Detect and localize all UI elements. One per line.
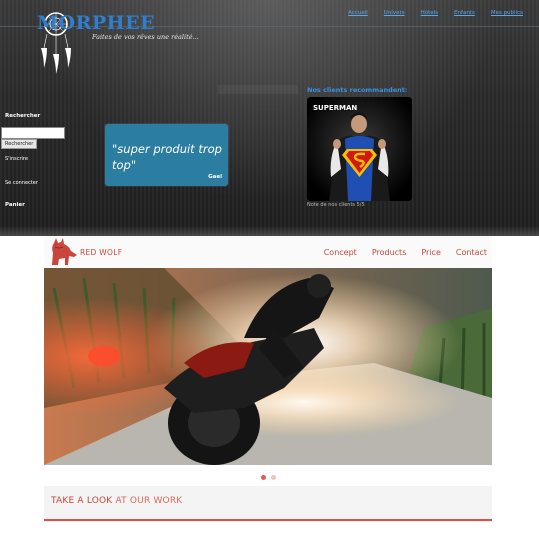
- faint-banner: [218, 85, 298, 94]
- redwolf-site: RED WOLF Concept Products Price Contact: [0, 236, 539, 546]
- testimonial-card: "super produit trop top" Gael: [105, 124, 228, 186]
- search-input[interactable]: [1, 127, 65, 139]
- nav-item-price[interactable]: Price: [421, 248, 441, 257]
- section-title: TAKE A LOOK AT OUR WORK: [51, 496, 182, 506]
- redwolf-nav: Concept Products Price Contact: [309, 248, 487, 257]
- morphee-site: MORPHEE Faites de vos rêves une réalité.…: [0, 0, 539, 236]
- nav-item-publics[interactable]: Mes publics: [483, 10, 531, 16]
- nav-item-univers[interactable]: Univers: [376, 10, 413, 16]
- recommend-caption: Note de nos clients 5/5: [307, 202, 365, 208]
- superman-figure: [307, 97, 412, 201]
- cart-link[interactable]: Panier: [5, 202, 25, 208]
- section-title-part2: AT OUR WORK: [115, 496, 183, 506]
- slider-dots: [44, 475, 492, 483]
- nav-item-products[interactable]: Products: [372, 248, 407, 257]
- recommend-title: Nos clients recommandent:: [307, 86, 408, 94]
- recommend-image[interactable]: SUPERMAN: [307, 97, 412, 201]
- bottom-glow: [0, 226, 539, 236]
- redwolf-header: RED WOLF Concept Products Price Contact: [44, 236, 492, 269]
- hero-motorcycle-image: [44, 268, 492, 465]
- nav-item-concept[interactable]: Concept: [324, 248, 357, 257]
- nav-item-accueil[interactable]: Accueil: [340, 10, 376, 16]
- section-title-part1: TAKE A LOOK: [51, 496, 113, 506]
- signup-link[interactable]: S'inscrire: [5, 156, 28, 162]
- site-logo[interactable]: MORPHEE: [37, 12, 155, 34]
- search-button[interactable]: Rechercher: [1, 139, 38, 149]
- testimonial-text: "super produit trop top": [112, 142, 222, 172]
- redwolf-frame: RED WOLF Concept Products Price Contact: [44, 236, 492, 526]
- top-nav: Accueil Univers Hôtels Enfants Mes publi…: [340, 10, 531, 16]
- slider-dot-1[interactable]: [260, 475, 266, 480]
- nav-item-hotels[interactable]: Hôtels: [413, 10, 446, 16]
- site-tagline: Faites de vos rêves une réalité...: [92, 33, 199, 41]
- wolf-logo-icon[interactable]: [47, 237, 79, 267]
- slider-dot-2[interactable]: [270, 475, 276, 480]
- nav-item-contact[interactable]: Contact: [456, 248, 487, 257]
- recommend-image-title: SUPERMAN: [313, 104, 358, 112]
- section-underline: [44, 519, 492, 521]
- login-link[interactable]: Se connecter: [5, 180, 38, 186]
- testimonial-author: Gael: [208, 174, 222, 180]
- redwolf-brand[interactable]: RED WOLF: [80, 248, 122, 257]
- search-heading: Rechercher: [5, 113, 41, 119]
- nav-item-enfants[interactable]: Enfants: [446, 10, 483, 16]
